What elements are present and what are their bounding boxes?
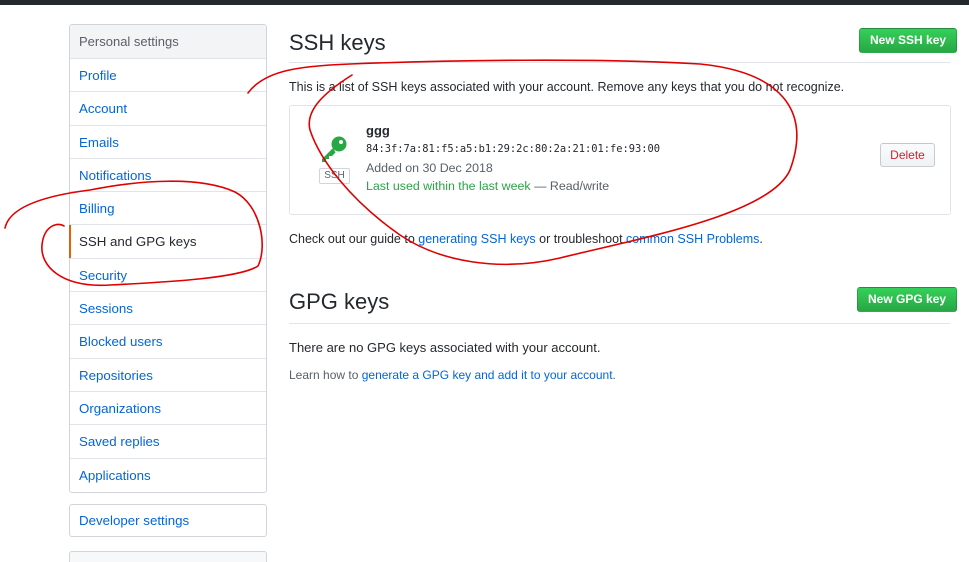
ssh-description: This is a list of SSH keys associated wi… [289,80,845,94]
sidebar-item-sessions[interactable]: Sessions [70,292,266,326]
ssh-guide-prefix: Check out our guide to [289,232,419,246]
top-bar [0,0,969,5]
ssh-guide-suffix: . [759,232,763,246]
ssh-badge: SSH [319,168,350,184]
new-ssh-key-button[interactable]: New SSH key [859,28,958,53]
key-access: — Read/write [530,179,610,193]
gpg-learn-text: Learn how to generate a GPG key and add … [289,368,616,382]
new-gpg-key-button[interactable]: New GPG key [857,287,958,312]
sidebar-item-notifications[interactable]: Notifications [70,159,266,193]
gpg-keys-title: GPG keys [289,289,390,314]
delete-key-button[interactable]: Delete [880,143,935,167]
sidebar-item-blocked-users[interactable]: Blocked users [70,325,266,359]
common-ssh-problems-link[interactable]: common SSH Problems [626,232,759,246]
key-last-used-status: Last used within the last week [366,179,531,193]
generating-ssh-keys-link[interactable]: generating SSH keys [418,232,535,246]
ssh-key-item [289,105,951,215]
sidebar-header: Personal settings [70,25,266,59]
ssh-keys-title: SSH keys [289,30,386,55]
ssh-divider [289,62,950,63]
developer-settings-link[interactable]: Developer settings [69,504,267,537]
key-title: ggg [366,123,390,138]
key-added-date: Added on 30 Dec 2018 [366,161,493,175]
gpg-divider [289,323,950,324]
key-fingerprint: 84:3f:7a:81:f5:a5:b1:29:2c:80:2a:21:01:f… [366,143,661,155]
sidebar-item-repositories[interactable]: Repositories [70,359,266,392]
sidebar-item-organizations[interactable]: Organizations [70,392,266,426]
sidebar-item-applications[interactable]: Applications [70,459,266,492]
sidebar-item-saved-replies[interactable]: Saved replies [70,425,266,459]
sidebar-item-security[interactable]: Security [70,259,266,293]
sidebar-item-profile[interactable]: Profile [70,59,266,93]
settings-sidebar: Personal settings Profile Account Emails… [69,24,267,493]
sidebar-item-ssh-gpg-keys[interactable]: SSH and GPG keys [69,225,266,259]
key-last-used: Last used within the last week — Read/wr… [366,179,609,193]
ssh-guide-middle: or troubleshoot [535,232,627,246]
generate-gpg-key-link[interactable]: generate a GPG key and add it to your ac… [362,368,613,382]
sidebar-item-account[interactable]: Account [70,92,266,126]
gpg-empty-text: There are no GPG keys associated with yo… [289,340,601,355]
sidebar-item-billing[interactable]: Billing [70,192,266,226]
gpg-learn-suffix: . [612,368,616,382]
key-icon [319,134,349,164]
ssh-guide-text: Check out our guide to generating SSH ke… [289,232,763,246]
sidebar-next-box [69,551,267,562]
gpg-learn-prefix: Learn how to [289,368,362,382]
sidebar-item-emails[interactable]: Emails [70,126,266,159]
